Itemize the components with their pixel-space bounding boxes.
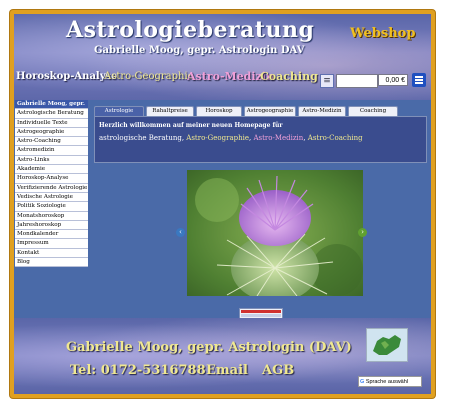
sidebar-item-monatshoroskop[interactable]: Monatshoroskop xyxy=(15,211,88,221)
link-astrologische-beratung[interactable]: astrologische Beratung xyxy=(99,134,182,142)
sidebar-item-astro-links[interactable]: Astro-Links xyxy=(15,155,88,166)
thistle-flower-image xyxy=(187,170,363,296)
tab-horoskop[interactable]: Horoskop xyxy=(196,106,242,116)
header-banner: Astrologieberatung Gabrielle Moog, gepr.… xyxy=(14,14,431,100)
cart-list-icon[interactable]: ≡ xyxy=(320,74,334,88)
tab-astrogeographie[interactable]: Astrogeographie xyxy=(244,106,296,116)
nav-astro-geographie[interactable]: Astro-Geographie xyxy=(104,71,194,82)
google-g-icon: G xyxy=(360,379,365,385)
slideshow-prev-arrow-icon[interactable]: ‹ xyxy=(176,228,185,237)
europe-map-image[interactable] xyxy=(366,328,408,362)
slideshow-next-arrow-icon[interactable]: › xyxy=(358,228,367,237)
menu-bar-icon xyxy=(415,79,423,81)
sidebar-item-astrogeographie[interactable]: Astrogeographie xyxy=(15,127,88,138)
menu-bar-icon xyxy=(415,76,423,78)
main-content: Astrologie Rahaltpreise Horoskop Astroge… xyxy=(94,106,427,326)
footer-name: Gabrielle Moog, gepr. Astrologin (DAV) xyxy=(66,340,352,355)
translate-label: Sprache auswähl xyxy=(365,379,409,385)
nav-coaching[interactable]: Coaching xyxy=(260,70,318,83)
welcome-panel: Herzlich willkommen auf meiner neuen Hom… xyxy=(94,116,427,163)
sidebar-item-blog[interactable]: Blog xyxy=(15,258,88,268)
sidebar-item-impressum[interactable]: Impressum xyxy=(15,239,88,249)
link-astro-geographie[interactable]: Astro-Geographie xyxy=(186,134,249,142)
sidebar-item-horoskop-analyse[interactable]: Horoskop-Analyse xyxy=(15,174,88,184)
sidebar-nav: Gabrielle Moog, gepr. Astrologische Bera… xyxy=(15,100,88,268)
sidebar-item-astromedizin[interactable]: Astromedizin xyxy=(15,146,88,156)
sidebar-item-astro-coaching[interactable]: Astro-Coaching xyxy=(15,137,88,147)
site-subtitle: Gabrielle Moog, gepr. Astrologin DAV xyxy=(94,45,305,56)
site-title[interactable]: Astrologieberatung xyxy=(66,17,314,43)
link-astro-medizin[interactable]: Astro-Medizin xyxy=(253,134,303,142)
sidebar-item-verifizierende-astrologie[interactable]: Verifizierende Astrologie xyxy=(15,183,88,193)
tab-astrologie[interactable]: Astrologie xyxy=(94,106,144,116)
map-icon xyxy=(373,335,401,355)
sidebar-item-politik-soziologie[interactable]: Politik Soziologie xyxy=(15,202,88,212)
tab-bar: Astrologie Rahaltpreise Horoskop Astroge… xyxy=(94,106,427,116)
tab-astro-medizin[interactable]: Astro-Medizin xyxy=(298,106,346,116)
tab-coaching[interactable]: Coaching xyxy=(348,106,398,116)
menu-button[interactable] xyxy=(412,73,426,87)
google-translate-select[interactable]: G Sprache auswähl xyxy=(358,376,422,387)
counter-row xyxy=(241,314,281,317)
welcome-links: astrologische Beratung, Astro-Geographie… xyxy=(99,134,363,142)
sidebar-item-mondkalender[interactable]: Mondkalender xyxy=(15,230,88,240)
sidebar-item-vedische-astrologie[interactable]: Vedische Astrologie xyxy=(15,192,88,203)
thistle-photo xyxy=(187,170,363,296)
page-container: Astrologieberatung Gabrielle Moog, gepr.… xyxy=(14,14,431,394)
sidebar-item-individuelle-texte[interactable]: Individuelle Texte xyxy=(15,118,88,128)
sidebar-item-akademie[interactable]: Akademie xyxy=(15,165,88,175)
link-astro-coaching[interactable]: Astro-Coaching xyxy=(308,134,363,142)
sidebar-item-gabrielle-moog[interactable]: Gabrielle Moog, gepr. xyxy=(15,100,88,110)
footer-email-link[interactable]: Email xyxy=(206,363,248,378)
cart-items-field[interactable] xyxy=(336,74,378,88)
webshop-link[interactable]: Webshop xyxy=(350,26,415,41)
tab-rahaltpreise[interactable]: Rahaltpreise xyxy=(146,106,194,116)
sidebar-item-astrologische-beratung[interactable]: Astrologische Beratung xyxy=(15,109,88,119)
nav-horoskop-analyse[interactable]: Horoskop-Analyse xyxy=(16,71,118,82)
welcome-heading: Herzlich willkommen auf meiner neuen Hom… xyxy=(99,122,283,129)
footer-phone[interactable]: Tel: 0172-5316788 xyxy=(70,363,206,378)
sidebar-item-jahreshoroskop[interactable]: Jahreshoroskop xyxy=(15,220,88,231)
menu-bar-icon xyxy=(415,82,423,84)
footer-agb-link[interactable]: AGB xyxy=(262,363,294,378)
counter-flag xyxy=(241,310,281,313)
footer-banner: Gabrielle Moog, gepr. Astrologin (DAV) T… xyxy=(14,318,431,394)
cart-total: 0,00 € xyxy=(378,74,408,86)
sidebar-item-kontakt[interactable]: Kontakt xyxy=(15,248,88,259)
